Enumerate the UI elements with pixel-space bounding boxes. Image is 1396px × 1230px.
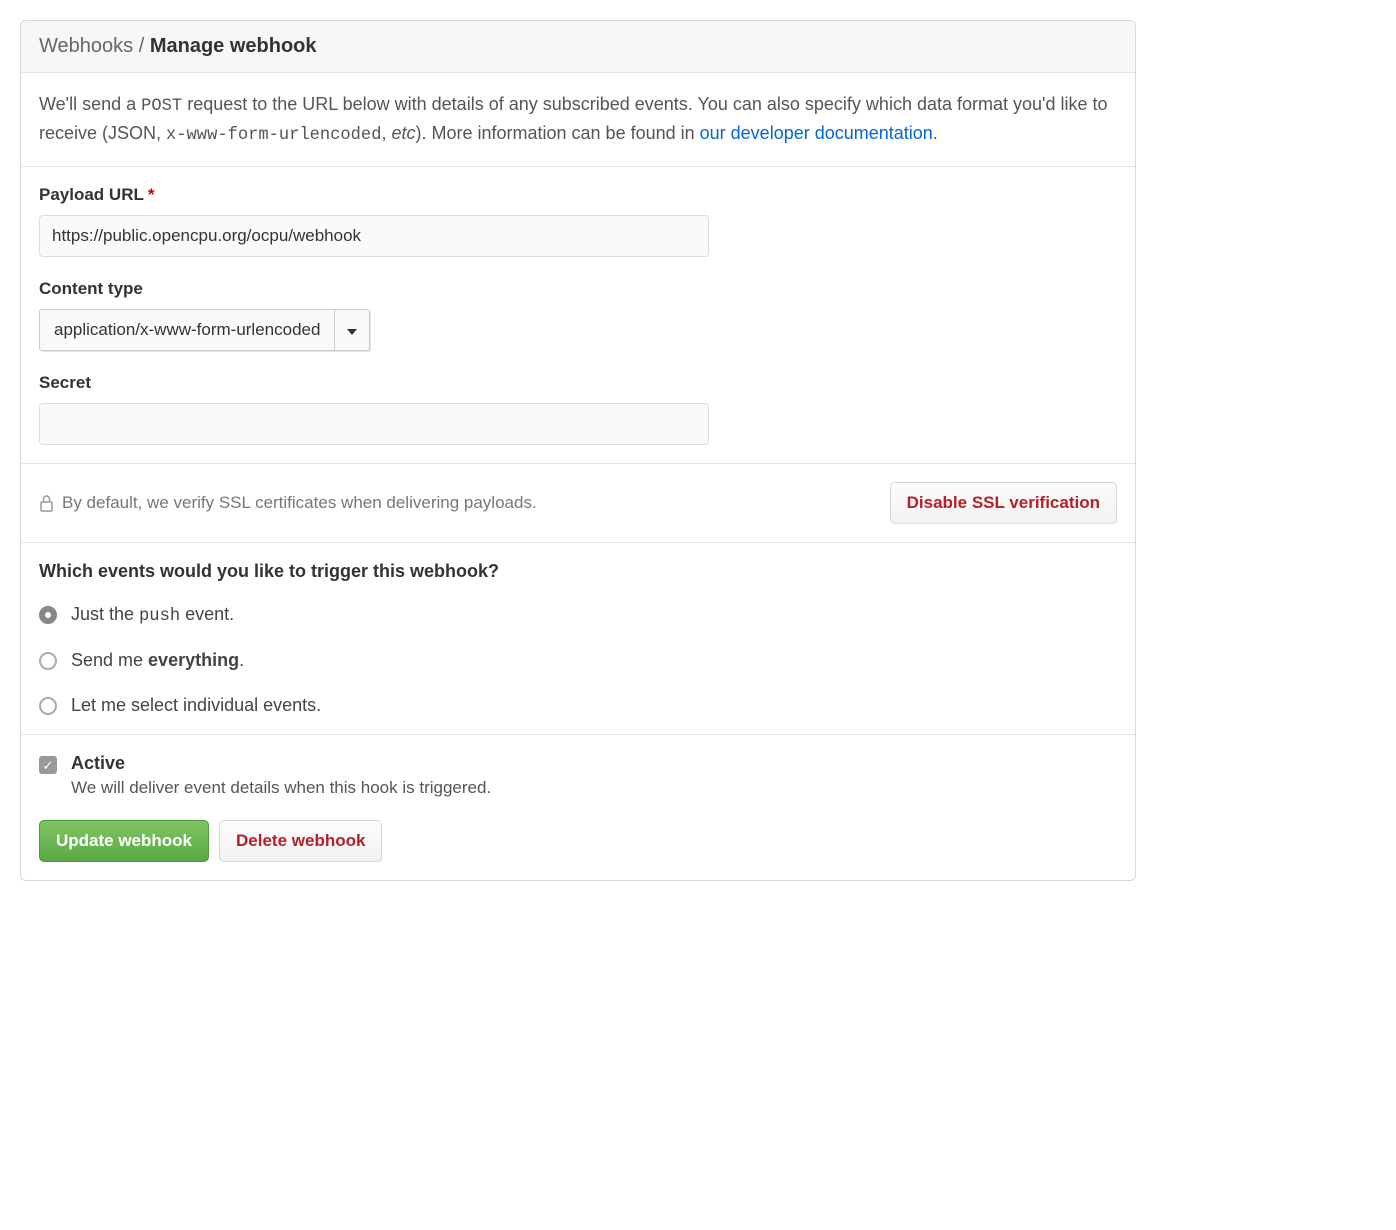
breadcrumb-separator: /	[139, 35, 145, 57]
ssl-text: By default, we verify SSL certificates w…	[62, 493, 537, 513]
radio-icon	[39, 606, 57, 624]
ssl-info: By default, we verify SSL certificates w…	[39, 493, 537, 513]
payload-url-input[interactable]	[39, 215, 709, 257]
active-checkbox-row[interactable]: ✓ Active We will deliver event details w…	[39, 753, 1117, 798]
events-section: Which events would you like to trigger t…	[21, 543, 1135, 735]
content-type-label: Content type	[39, 279, 1117, 299]
checkbox-icon: ✓	[39, 756, 57, 774]
webhook-settings-panel: Webhooks / Manage webhook We'll send a P…	[20, 20, 1136, 881]
event-option-label: Let me select individual events.	[71, 695, 321, 716]
active-label: Active	[71, 753, 491, 774]
content-type-value: application/x-www-form-urlencoded	[40, 310, 334, 350]
developer-docs-link[interactable]: our developer documentation	[700, 123, 933, 143]
radio-icon	[39, 652, 57, 670]
content-type-group: Content type application/x-www-form-urle…	[39, 279, 1117, 351]
panel-header: Webhooks / Manage webhook	[21, 21, 1135, 73]
update-webhook-button[interactable]: Update webhook	[39, 820, 209, 862]
content-type-select[interactable]: application/x-www-form-urlencoded	[39, 309, 370, 351]
secret-label: Secret	[39, 373, 1117, 393]
required-indicator: *	[148, 185, 155, 204]
breadcrumb-parent[interactable]: Webhooks	[39, 35, 133, 57]
delete-webhook-button[interactable]: Delete webhook	[219, 820, 382, 862]
breadcrumb-current: Manage webhook	[150, 35, 317, 57]
chevron-down-icon	[334, 310, 369, 350]
action-buttons: Update webhook Delete webhook	[39, 820, 1117, 862]
radio-icon	[39, 697, 57, 715]
event-option-label: Send me everything.	[71, 650, 244, 671]
payload-url-group: Payload URL*	[39, 185, 1117, 257]
ctype-code: x-www-form-urlencoded	[166, 126, 381, 145]
event-option-everything[interactable]: Send me everything.	[39, 650, 1117, 671]
active-description: We will deliver event details when this …	[71, 778, 491, 798]
payload-url-label: Payload URL*	[39, 185, 1117, 205]
events-title: Which events would you like to trigger t…	[39, 561, 1117, 582]
event-option-label: Just the push event.	[71, 604, 234, 626]
event-option-push[interactable]: Just the push event.	[39, 604, 1117, 626]
secret-input[interactable]	[39, 403, 709, 445]
disable-ssl-button[interactable]: Disable SSL verification	[890, 482, 1117, 524]
intro-text: We'll send a POST request to the URL bel…	[39, 91, 1117, 148]
lock-icon	[39, 494, 54, 512]
post-code: POST	[141, 97, 182, 116]
intro-section: We'll send a POST request to the URL bel…	[21, 73, 1135, 167]
event-option-individual[interactable]: Let me select individual events.	[39, 695, 1117, 716]
events-radio-list: Just the push event. Send me everything.…	[39, 604, 1117, 716]
secret-group: Secret	[39, 373, 1117, 445]
form-section: Payload URL* Content type application/x-…	[21, 167, 1135, 464]
active-section: ✓ Active We will deliver event details w…	[21, 735, 1135, 880]
ssl-section: By default, we verify SSL certificates w…	[21, 464, 1135, 543]
